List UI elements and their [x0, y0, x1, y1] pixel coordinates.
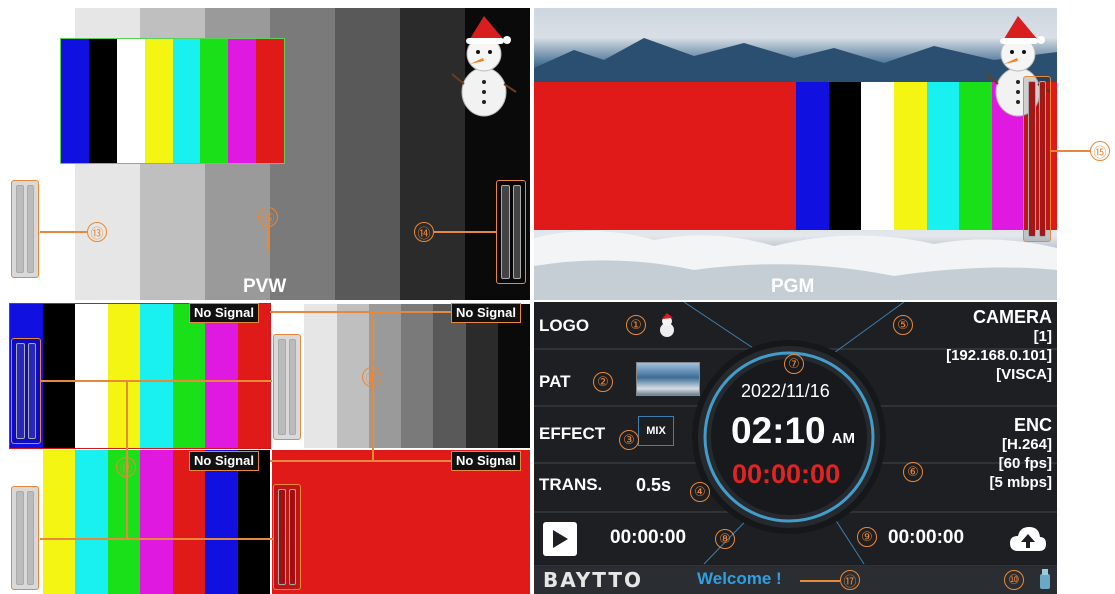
audio-meter-cell-1	[11, 338, 41, 444]
callout-3: ③	[619, 430, 639, 450]
trans-value: 0.5s	[636, 475, 672, 495]
callout-2: ②	[593, 372, 613, 392]
audio-meter-pvw-right	[496, 180, 526, 284]
welcome-message: Welcome !	[697, 569, 782, 588]
play-button[interactable]	[543, 522, 577, 556]
effect-label: EFFECT	[539, 424, 606, 443]
audio-meter-cell-4	[273, 484, 301, 590]
multiview-cell-1	[9, 303, 271, 449]
gray-bar	[335, 8, 400, 300]
audio-meter-cell-3	[11, 486, 39, 590]
cloud-upload-icon[interactable]	[1008, 524, 1048, 554]
snowman-icon	[451, 16, 517, 117]
callout-4: ④	[690, 482, 710, 502]
trans-label: TRANS.	[539, 475, 603, 494]
callout-9: ⑨	[857, 527, 877, 547]
callout-14: ⑭	[414, 222, 434, 242]
clock-time: 02:10	[731, 410, 826, 451]
record-timer: 00:00:00	[732, 459, 841, 489]
callout-1: ①	[626, 315, 646, 335]
no-signal-label: No Signal	[451, 303, 521, 323]
logo-label: LOGO	[539, 316, 590, 335]
pattern-thumbnail[interactable]	[636, 362, 700, 396]
camera-ip: [192.168.0.101]	[946, 347, 1052, 364]
pgm-window	[534, 8, 1057, 300]
enc-codec: [H.264]	[1001, 436, 1052, 453]
no-signal-label: No Signal	[189, 303, 259, 323]
callout-7: ⑦	[784, 354, 804, 374]
callout-13: ⑬	[87, 222, 107, 242]
pvw-label: PVW	[243, 276, 287, 297]
callout-8: ⑧	[715, 529, 735, 549]
effect-mix-button[interactable]: MIX	[638, 416, 674, 446]
no-signal-label: No Signal	[189, 451, 259, 471]
callout-5: ⑤	[893, 315, 913, 335]
callout-11: ⑪	[362, 367, 382, 387]
stream-time: 00:00:00	[888, 527, 965, 548]
callout-17: ⑰	[840, 570, 860, 590]
audio-meter-cell-2	[273, 334, 301, 440]
snowman-icon	[660, 313, 674, 337]
date-display: 2022/11/16	[741, 381, 830, 401]
multiview-cell-3	[10, 450, 270, 594]
audio-meter-pgm	[1023, 76, 1051, 242]
callout-15: ⑮	[1090, 141, 1110, 161]
play-time: 00:00:00	[610, 527, 687, 548]
callout-6: ⑥	[903, 462, 923, 482]
multiview-cell-4	[272, 450, 530, 594]
clock-display: 02:10 AM	[731, 410, 855, 452]
enc-info: ENC [H.264] [60 fps] [5 mbps]	[900, 416, 1052, 492]
pgm-colorbar	[534, 82, 1057, 230]
enc-label: ENC	[1013, 415, 1052, 435]
pgm-label: PGM	[771, 276, 815, 297]
usb-icon	[1040, 569, 1050, 589]
callout-10: ⑩	[1004, 570, 1024, 590]
camera-protocol: [VISCA]	[996, 366, 1052, 383]
no-signal-label: No Signal	[451, 451, 521, 471]
enc-bitrate: [5 mbps]	[989, 474, 1052, 491]
pat-label: PAT	[539, 372, 571, 391]
multiview-cell-2	[272, 304, 530, 448]
brand-logo: BAYTTO	[543, 568, 644, 592]
callout-16: ⑯	[258, 207, 278, 227]
audio-meter-pvw-left	[11, 180, 39, 278]
play-icon	[553, 530, 568, 548]
clock-ampm: AM	[831, 430, 855, 447]
callout-12: ⑫	[116, 457, 136, 477]
pvw-colorbar-logo	[60, 38, 285, 164]
